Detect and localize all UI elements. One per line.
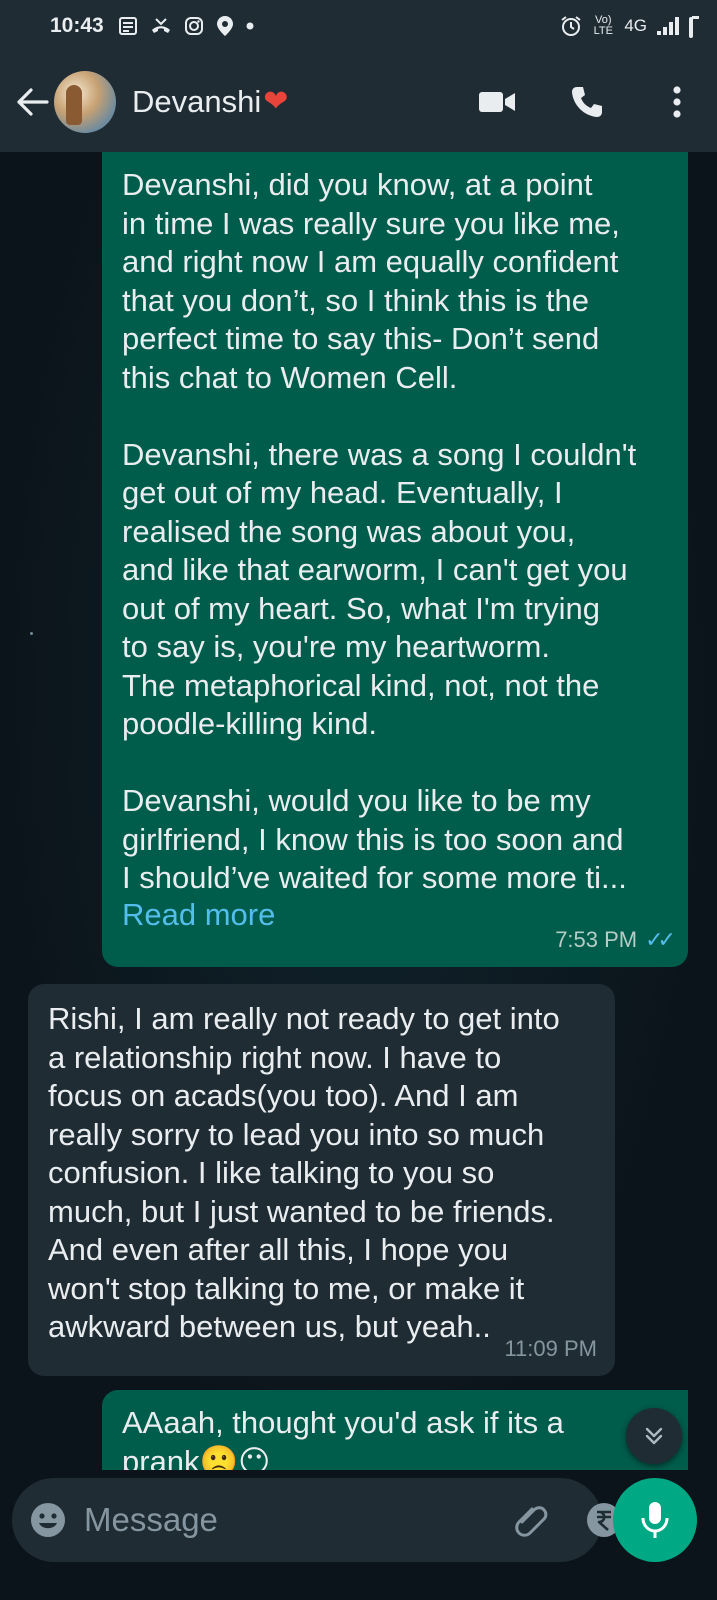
message-meta: 11:09 PM [504, 1330, 597, 1369]
message-meta: 7:53 PM ✓✓ [555, 921, 676, 960]
video-call-icon[interactable] [477, 82, 517, 122]
contact-name-text: Devanshi [132, 84, 262, 119]
volte-icon: Vo) LTE [593, 14, 613, 37]
voice-call-icon[interactable] [567, 82, 607, 122]
message-paragraph: Devanshi, there was a song I couldn't ge… [122, 436, 637, 742]
instagram-icon [184, 16, 204, 36]
outgoing-message[interactable]: Devanshi, did you know, at a point in ti… [102, 152, 688, 967]
mic-icon [641, 1502, 669, 1538]
more-options-icon[interactable] [657, 82, 697, 122]
avatar[interactable] [54, 71, 116, 133]
message-input[interactable] [84, 1501, 509, 1539]
signal-icon [657, 17, 679, 35]
chat-area[interactable]: Devanshi, did you know, at a point in ti… [0, 152, 717, 1500]
double-chevron-down-icon [645, 1427, 663, 1445]
incoming-message[interactable]: Rishi, I am really not ready to get into… [28, 984, 615, 1376]
status-bar: 10:43 Vo) LTE 4G [0, 0, 717, 52]
network-type: 4G [624, 16, 647, 35]
status-time: 10:43 [50, 14, 104, 37]
message-time: 7:53 PM [555, 926, 638, 952]
location-icon [216, 15, 234, 37]
heart-emoji: ❤ [263, 85, 289, 118]
message-paragraph: Devanshi, did you know, at a point in ti… [122, 167, 620, 395]
scroll-to-bottom-button[interactable] [626, 1408, 682, 1464]
message-text: Rishi, I am really not ready to get into… [48, 1001, 560, 1344]
news-icon [118, 16, 138, 36]
battery-icon [689, 15, 699, 38]
alarm-icon [560, 15, 582, 37]
wallpaper-star [30, 632, 33, 635]
message-time: 11:09 PM [504, 1335, 597, 1361]
message-composer [12, 1478, 694, 1562]
dot-icon [246, 22, 254, 30]
voice-message-button[interactable] [613, 1478, 697, 1562]
double-tick-read-icon: ✓✓ [645, 926, 676, 952]
attach-icon[interactable] [509, 1499, 551, 1541]
back-arrow-icon[interactable] [12, 82, 52, 122]
contact-name[interactable]: Devanshi ❤ [132, 84, 288, 120]
emoji-icon[interactable] [28, 1499, 68, 1541]
missed-call-icon [150, 16, 172, 36]
composer-bar [0, 1470, 717, 1600]
chat-header: Devanshi ❤ [0, 52, 717, 152]
message-paragraph: Devanshi, would you like to be my girlfr… [122, 783, 627, 895]
